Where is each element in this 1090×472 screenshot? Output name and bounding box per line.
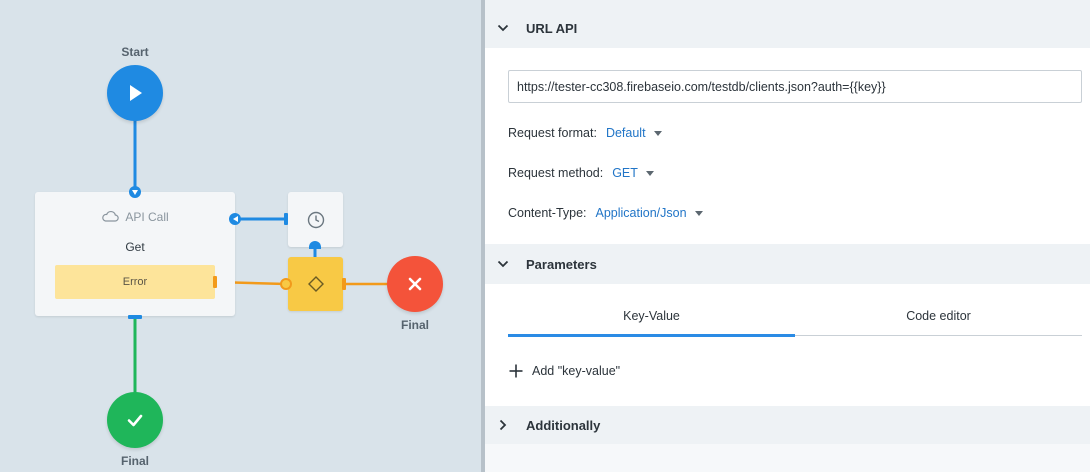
request-format-label: Request format: xyxy=(508,126,597,140)
api-call-method: Get xyxy=(125,240,145,254)
api-success-output-port[interactable] xyxy=(128,315,142,319)
flow-canvas[interactable]: Start API Call Get Error Final Final xyxy=(0,0,481,472)
section-additionally-header[interactable]: Additionally xyxy=(485,406,1090,444)
api-call-title: API Call xyxy=(35,210,235,224)
diamond-icon xyxy=(307,276,324,292)
add-key-value-label: Add "key-value" xyxy=(532,364,621,378)
content-type-value: Application/Json xyxy=(595,206,687,220)
caret-down-icon xyxy=(694,210,703,216)
close-icon xyxy=(408,277,422,291)
final-fail-node[interactable] xyxy=(387,256,443,312)
url-input[interactable] xyxy=(508,70,1082,103)
content-type-label: Content-Type: xyxy=(508,206,587,220)
properties-panel: URL API Request format: Default Request … xyxy=(485,0,1090,472)
condition-input-port[interactable] xyxy=(280,278,292,290)
final-success-label: Final xyxy=(120,454,149,468)
request-method-row: Request method: GET xyxy=(508,166,654,180)
panel-bottom-area xyxy=(485,444,1090,472)
clock-icon xyxy=(307,211,324,228)
error-branch[interactable]: Error xyxy=(55,265,217,299)
final-success-node[interactable] xyxy=(107,392,163,448)
tab-key-value[interactable]: Key-Value xyxy=(508,303,795,335)
request-method-dropdown[interactable]: GET xyxy=(612,166,654,180)
chevron-down-icon xyxy=(496,257,510,271)
timer-output-port[interactable] xyxy=(284,213,288,225)
check-icon xyxy=(127,414,143,427)
error-label: Error xyxy=(122,276,148,288)
section-parameters-title: Parameters xyxy=(526,256,597,272)
arrow-down-icon xyxy=(132,189,138,195)
condition-node[interactable] xyxy=(288,257,343,311)
tab-code-editor[interactable]: Code editor xyxy=(795,303,1082,335)
cloud-icon xyxy=(102,210,120,222)
start-node[interactable] xyxy=(107,65,163,121)
play-icon xyxy=(130,85,142,101)
caret-down-icon xyxy=(645,170,654,176)
request-method-value: GET xyxy=(612,166,638,180)
content-type-row: Content-Type: Application/Json xyxy=(508,206,703,220)
timer-node[interactable] xyxy=(288,192,343,247)
request-format-dropdown[interactable]: Default xyxy=(606,126,662,140)
final-fail-label: Final xyxy=(400,318,429,332)
chevron-down-icon xyxy=(496,21,510,35)
api-call-title-text: API Call xyxy=(125,210,169,224)
condition-output-port[interactable] xyxy=(342,278,346,290)
section-url-api-header[interactable]: URL API xyxy=(485,8,1090,48)
request-format-row: Request format: Default xyxy=(508,126,662,140)
add-key-value-button[interactable]: Add "key-value" xyxy=(509,364,620,378)
content-type-dropdown[interactable]: Application/Json xyxy=(596,206,703,220)
start-label: Start xyxy=(121,45,149,59)
chevron-right-icon xyxy=(496,418,510,432)
section-url-api-title: URL API xyxy=(526,20,578,36)
api-side-input-port[interactable] xyxy=(229,213,241,225)
timer-bottom-port[interactable] xyxy=(309,241,321,249)
plus-icon xyxy=(509,364,523,378)
tab-active-indicator xyxy=(508,334,795,337)
caret-down-icon xyxy=(653,130,662,136)
request-method-label: Request method: xyxy=(508,166,604,180)
section-parameters-header[interactable]: Parameters xyxy=(485,244,1090,284)
api-call-node[interactable]: API Call Get Error xyxy=(35,192,235,316)
error-output-port[interactable] xyxy=(213,276,217,288)
arrow-left-icon xyxy=(232,216,238,222)
request-format-value: Default xyxy=(605,126,646,140)
api-input-port[interactable] xyxy=(129,186,141,198)
section-additionally-title: Additionally xyxy=(526,417,601,433)
